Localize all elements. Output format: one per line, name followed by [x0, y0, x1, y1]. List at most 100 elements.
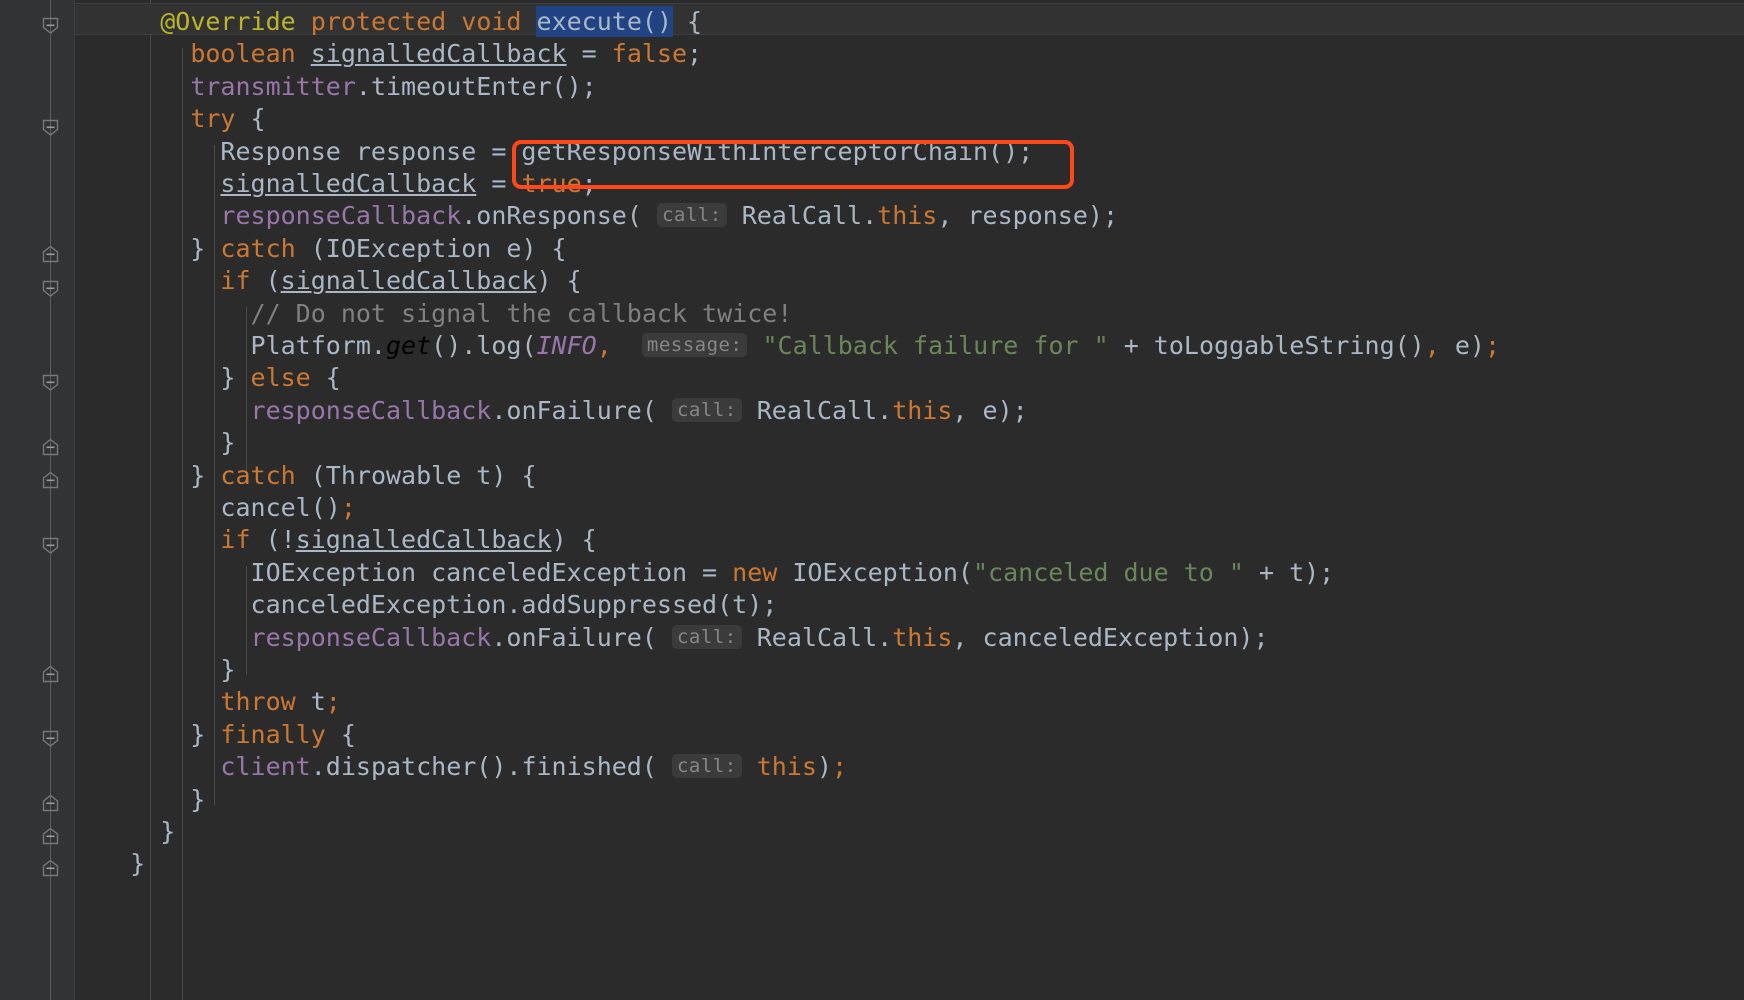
code-token: IOException( — [777, 557, 973, 587]
code-token: Platform. — [100, 331, 386, 360]
fold-end-icon[interactable] — [41, 471, 60, 490]
code-line[interactable]: Platform.get().log(INFO, message: "Callb… — [75, 330, 1744, 362]
code-token: } — [100, 428, 236, 458]
code-token: t — [295, 687, 326, 717]
code-line[interactable]: cancel(); — [75, 492, 1744, 524]
code-token: } — [100, 363, 251, 393]
code-line[interactable]: responseCallback.onResponse( call: RealC… — [75, 200, 1744, 232]
code-token: signalledCallback — [295, 525, 552, 555]
code-editor[interactable]: @Override protected void execute() { boo… — [0, 0, 1744, 1000]
code-token: { — [325, 719, 356, 749]
code-token: { — [235, 104, 266, 134]
code-line[interactable]: } — [75, 654, 1744, 686]
code-content-area[interactable]: @Override protected void execute() { boo… — [75, 0, 1744, 1000]
code-token: canceledException.addSuppressed(t); — [100, 590, 778, 620]
code-line[interactable]: throw t; — [75, 686, 1744, 718]
fold-end-icon[interactable] — [41, 859, 60, 878]
inlay-parameter-hint: message: — [641, 333, 748, 357]
code-line[interactable]: if (!signalledCallback) { — [75, 524, 1744, 556]
code-line[interactable]: boolean signalledCallback = false; — [75, 38, 1744, 70]
fold-start-icon[interactable] — [41, 118, 60, 137]
code-token: "Callback failure for " — [762, 331, 1109, 360]
inlay-parameter-hint: call: — [671, 624, 742, 649]
code-line[interactable]: if (signalledCallback) { — [75, 265, 1744, 297]
code-token: signalledCallback — [220, 169, 477, 198]
code-token: } — [100, 460, 221, 490]
fold-end-icon[interactable] — [41, 245, 60, 264]
code-token: , canceledException); — [952, 622, 1269, 652]
code-token: catch — [220, 460, 296, 490]
code-token: throw — [220, 687, 296, 717]
code-token: true — [521, 169, 582, 198]
code-token: .onResponse( — [461, 201, 642, 231]
fold-start-icon[interactable] — [41, 729, 60, 748]
code-token: protected void — [310, 7, 522, 36]
code-line[interactable]: // Do not signal the callback twice! — [75, 298, 1744, 330]
code-token: new — [732, 557, 778, 587]
code-token: } — [100, 817, 176, 846]
code-token: .onFailure( — [491, 622, 657, 652]
code-token: // Do not signal the callback twice! — [250, 298, 793, 328]
code-token: { — [672, 7, 703, 36]
code-token: , — [596, 331, 612, 360]
code-token: this — [756, 752, 817, 782]
code-line[interactable]: } — [75, 784, 1744, 816]
code-token: ; — [581, 169, 597, 198]
code-line[interactable]: } catch (Throwable t) { — [75, 460, 1744, 492]
code-line[interactable]: IOException canceledException = new IOEx… — [75, 557, 1744, 589]
code-token: = — [476, 169, 522, 198]
code-token: } — [100, 784, 206, 814]
code-line[interactable]: } else { — [75, 362, 1744, 394]
fold-end-icon[interactable] — [41, 665, 60, 684]
code-line[interactable]: } — [75, 816, 1744, 848]
code-line[interactable]: Response response = getResponseWithInter… — [75, 136, 1744, 168]
code-token: boolean — [190, 39, 296, 69]
code-token: ; — [1484, 331, 1501, 360]
code-token: .onFailure( — [491, 395, 657, 425]
code-line[interactable]: responseCallback.onFailure( call: RealCa… — [75, 622, 1744, 654]
code-token: ( — [250, 266, 281, 296]
fold-start-icon[interactable] — [41, 279, 60, 298]
fold-start-icon[interactable] — [41, 536, 60, 555]
code-line[interactable]: responseCallback.onFailure( call: RealCa… — [75, 395, 1744, 427]
code-line[interactable]: transmitter.timeoutEnter(); — [75, 71, 1744, 103]
code-token: try — [190, 104, 236, 134]
code-line[interactable]: } — [75, 427, 1744, 459]
fold-end-icon[interactable] — [41, 438, 60, 457]
code-line[interactable]: } catch (IOException e) { — [75, 233, 1744, 265]
editor-gutter[interactable] — [0, 0, 75, 1000]
fold-start-icon[interactable] — [41, 16, 60, 35]
code-line[interactable]: @Override protected void execute() { — [75, 6, 1744, 38]
code-line[interactable]: signalledCallback = true; — [75, 168, 1744, 200]
code-token: signalledCallback — [280, 266, 537, 296]
code-line[interactable]: } finally { — [75, 719, 1744, 751]
fold-end-icon[interactable] — [41, 827, 60, 846]
code-line[interactable]: canceledException.addSuppressed(t); — [75, 589, 1744, 621]
fold-end-icon[interactable] — [41, 794, 60, 813]
code-token: ) { — [551, 525, 597, 555]
code-line[interactable]: try { — [75, 103, 1744, 135]
code-line[interactable]: client.dispatcher().finished( call: this… — [75, 751, 1744, 783]
code-token: RealCall. — [741, 395, 893, 425]
code-token: transmitter — [190, 71, 356, 101]
fold-start-icon[interactable] — [41, 373, 60, 392]
code-line[interactable]: } — [75, 848, 1744, 880]
fold-region-spine — [50, 0, 51, 1000]
code-token: (! — [250, 525, 296, 555]
code-token: ; — [687, 39, 703, 69]
code-token: } — [100, 655, 236, 684]
code-token: else — [250, 363, 311, 393]
code-token: RealCall. — [726, 201, 878, 231]
code-token: responseCallback — [250, 395, 492, 425]
